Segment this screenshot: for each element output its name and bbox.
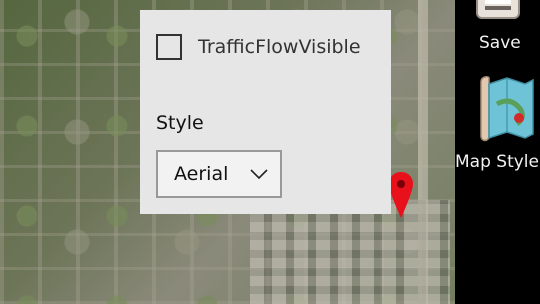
map-pin-icon[interactable] xyxy=(388,170,414,222)
style-dropdown[interactable]: Aerial xyxy=(156,150,282,198)
chevron-down-icon xyxy=(250,169,268,179)
map-settings-popup: TrafficFlowVisible Style Aerial xyxy=(140,10,391,214)
map-style-label: Map Style xyxy=(455,152,539,172)
map-style-icon xyxy=(480,76,534,142)
map-road xyxy=(418,0,428,304)
traffic-flow-checkbox[interactable] xyxy=(156,34,182,60)
style-dropdown-value: Aerial xyxy=(174,163,229,185)
save-icon xyxy=(476,0,520,19)
traffic-flow-label: TrafficFlowVisible xyxy=(198,36,361,58)
traffic-flow-checkbox-row[interactable]: TrafficFlowVisible xyxy=(156,34,361,60)
app-bar: Save Map Style xyxy=(455,0,540,304)
map-style-button[interactable]: Map Style xyxy=(455,72,540,182)
style-label: Style xyxy=(156,112,204,134)
save-label: Save xyxy=(479,33,521,53)
save-button[interactable]: Save xyxy=(455,0,540,60)
